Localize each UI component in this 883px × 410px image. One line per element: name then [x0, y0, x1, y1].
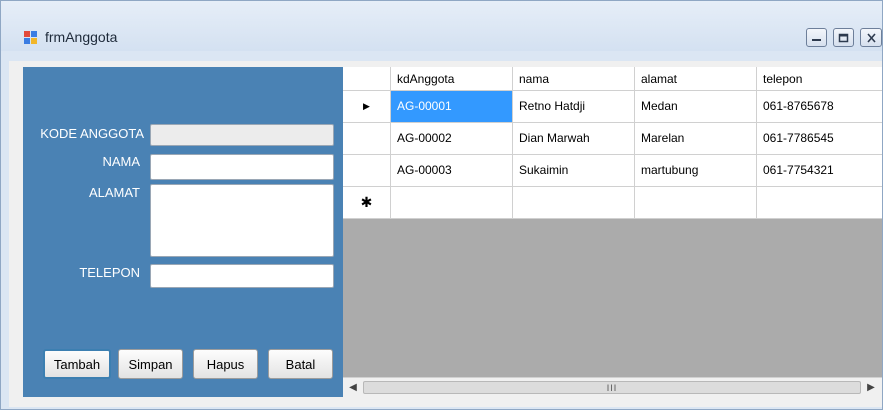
batal-button[interactable]: Batal [268, 349, 333, 379]
hapus-button[interactable]: Hapus [193, 349, 258, 379]
cell-kdanggota[interactable]: AG-00002 [391, 123, 513, 154]
cell-telepon[interactable]: 061-7754321 [757, 155, 882, 186]
app-window: frmAnggota KODE ANGGOTA NAMA ALAMAT TELE… [0, 0, 883, 410]
anggota-data-grid[interactable]: kdAnggota nama alamat telepon ▶ AG-00001… [343, 67, 882, 397]
row-header[interactable]: ✱ [343, 187, 391, 218]
simpan-button[interactable]: Simpan [118, 349, 183, 379]
cell-kdanggota[interactable]: AG-00003 [391, 155, 513, 186]
table-row[interactable]: AG-00003 Sukaimin martubung 061-7754321 [343, 155, 882, 187]
cell-kdanggota[interactable] [391, 187, 513, 218]
cell-alamat[interactable]: martubung [635, 155, 757, 186]
alamat-field[interactable] [150, 184, 334, 257]
title-bar[interactable]: frmAnggota [1, 1, 882, 51]
new-row-icon: ✱ [360, 194, 373, 210]
row-header[interactable] [343, 123, 391, 154]
close-icon [866, 32, 876, 43]
minimize-button[interactable] [806, 28, 827, 47]
grid-column-header: kdAnggota nama alamat telepon [343, 67, 882, 91]
tambah-button[interactable]: Tambah [43, 349, 111, 379]
column-header-nama[interactable]: nama [513, 67, 635, 90]
horizontal-scrollbar[interactable]: ◀ III ▶ [343, 377, 882, 397]
window-title: frmAnggota [45, 29, 118, 45]
table-row[interactable]: AG-00002 Dian Marwah Marelan 061-7786545 [343, 123, 882, 155]
kode-anggota-field[interactable] [150, 124, 334, 146]
cell-nama[interactable]: Retno Hatdji [513, 91, 635, 122]
cell-telepon[interactable]: 061-7786545 [757, 123, 882, 154]
form-icon [24, 31, 38, 45]
table-row[interactable]: ▶ AG-00001 Retno Hatdji Medan 061-876567… [343, 91, 882, 123]
column-header-alamat[interactable]: alamat [635, 67, 757, 90]
maximize-icon [838, 33, 849, 42]
telepon-field[interactable] [150, 264, 334, 288]
scroll-right-icon[interactable]: ▶ [862, 378, 880, 397]
cell-alamat[interactable] [635, 187, 757, 218]
cell-telepon[interactable]: 061-8765678 [757, 91, 882, 122]
cell-nama[interactable]: Dian Marwah [513, 123, 635, 154]
new-row[interactable]: ✱ [343, 187, 882, 219]
telepon-label: TELEPON [79, 265, 140, 280]
row-header[interactable] [343, 155, 391, 186]
cell-nama[interactable]: Sukaimin [513, 155, 635, 186]
scroll-thumb[interactable]: III [363, 381, 861, 394]
close-button[interactable] [860, 28, 882, 47]
nama-label: NAMA [102, 154, 140, 169]
cell-nama[interactable] [513, 187, 635, 218]
cell-alamat[interactable]: Medan [635, 91, 757, 122]
row-header[interactable]: ▶ [343, 91, 391, 122]
cell-telepon[interactable] [757, 187, 882, 218]
column-header-kdanggota[interactable]: kdAnggota [391, 67, 513, 90]
maximize-button[interactable] [833, 28, 854, 47]
cell-alamat[interactable]: Marelan [635, 123, 757, 154]
cell-kdanggota[interactable]: AG-00001 [391, 91, 513, 122]
nama-field[interactable] [150, 154, 334, 180]
scroll-left-icon[interactable]: ◀ [344, 378, 362, 397]
current-row-icon: ▶ [363, 101, 370, 111]
minimize-icon [812, 39, 821, 41]
kode-anggota-label: KODE ANGGOTA [40, 126, 144, 141]
row-header-corner [343, 67, 391, 90]
alamat-label: ALAMAT [88, 185, 140, 200]
column-header-telepon[interactable]: telepon [757, 67, 882, 90]
